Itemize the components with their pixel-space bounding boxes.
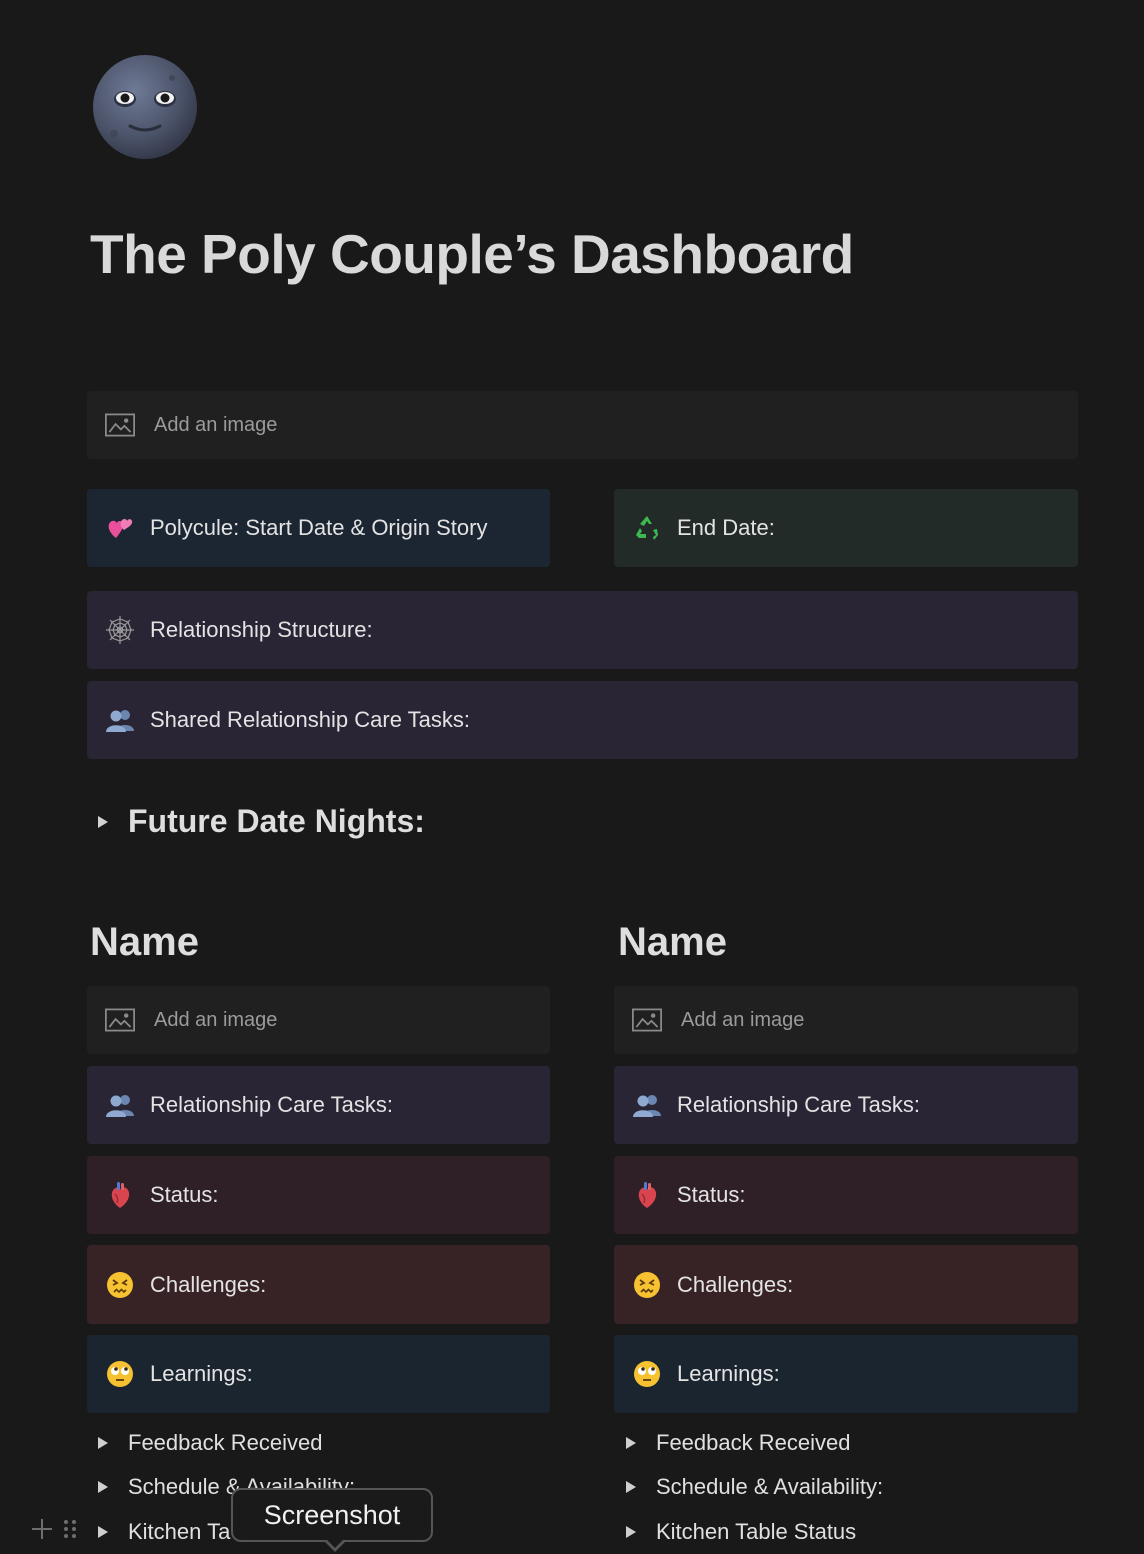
column-1-add-image-placeholder[interactable]: Add an image bbox=[87, 986, 550, 1054]
column-1-learnings-callout[interactable]: Learnings: bbox=[87, 1335, 550, 1413]
relationship-structure-label: Relationship Structure: bbox=[150, 617, 373, 642]
toggle-triangle-icon[interactable] bbox=[626, 1437, 636, 1449]
add-block-icon[interactable] bbox=[32, 1519, 52, 1539]
future-date-nights-toggle[interactable]: Future Date Nights: bbox=[98, 803, 425, 840]
anatomical-heart-icon bbox=[105, 1180, 135, 1210]
toggle-triangle-icon[interactable] bbox=[98, 815, 108, 828]
drag-handle-icon[interactable] bbox=[64, 1520, 76, 1538]
end-date-callout[interactable]: End Date: bbox=[614, 489, 1078, 567]
polycule-start-label: Polycule: Start Date & Origin Story bbox=[150, 515, 488, 540]
busts-icon bbox=[105, 705, 135, 735]
face-with-rolling-eyes-icon bbox=[632, 1359, 662, 1389]
block-handle[interactable] bbox=[32, 1519, 76, 1539]
add-image-label: Add an image bbox=[681, 1008, 805, 1031]
screenshot-tooltip: Screenshot bbox=[231, 1488, 433, 1542]
toggle-label: Kitchen Table Status bbox=[656, 1519, 857, 1544]
feedback-received-toggle[interactable]: Feedback Received bbox=[626, 1430, 850, 1456]
relationship-structure-callout[interactable]: Relationship Structure: bbox=[87, 591, 1078, 669]
column-1-name-heading: Name bbox=[90, 920, 199, 964]
column-2-name-heading: Name bbox=[618, 920, 727, 964]
confounded-face-icon bbox=[105, 1270, 135, 1300]
shared-care-tasks-callout[interactable]: Shared Relationship Care Tasks: bbox=[87, 681, 1078, 759]
kitchen-table-status-toggle[interactable]: Kitchen Ta bbox=[98, 1519, 230, 1545]
care-tasks-label: Relationship Care Tasks: bbox=[677, 1092, 920, 1117]
end-date-label: End Date: bbox=[677, 515, 775, 540]
column-2-care-tasks-callout[interactable]: Relationship Care Tasks: bbox=[614, 1066, 1078, 1144]
toggle-label: Feedback Received bbox=[656, 1430, 851, 1455]
confounded-face-icon bbox=[632, 1270, 662, 1300]
image-icon bbox=[105, 410, 135, 440]
polycule-start-callout[interactable]: Polycule: Start Date & Origin Story bbox=[87, 489, 550, 567]
tooltip-arrow bbox=[323, 1538, 347, 1552]
busts-icon bbox=[632, 1090, 662, 1120]
toggle-triangle-icon[interactable] bbox=[98, 1526, 108, 1538]
spider-web-icon bbox=[105, 615, 135, 645]
future-date-nights-heading: Future Date Nights: bbox=[128, 803, 425, 839]
column-1-challenges-callout[interactable]: Challenges: bbox=[87, 1245, 550, 1324]
toggle-triangle-icon[interactable] bbox=[626, 1481, 636, 1493]
add-image-label: Add an image bbox=[154, 413, 278, 436]
recycle-icon bbox=[632, 513, 662, 543]
learnings-label: Learnings: bbox=[150, 1361, 253, 1386]
two-hearts-icon bbox=[105, 513, 135, 543]
column-2-challenges-callout[interactable]: Challenges: bbox=[614, 1245, 1078, 1324]
column-1-care-tasks-callout[interactable]: Relationship Care Tasks: bbox=[87, 1066, 550, 1144]
column-2-learnings-callout[interactable]: Learnings: bbox=[614, 1335, 1078, 1413]
care-tasks-label: Relationship Care Tasks: bbox=[150, 1092, 393, 1117]
feedback-received-toggle[interactable]: Feedback Received bbox=[98, 1430, 322, 1456]
status-label: Status: bbox=[150, 1182, 219, 1207]
status-label: Status: bbox=[677, 1182, 746, 1207]
challenges-label: Challenges: bbox=[150, 1271, 267, 1297]
challenges-label: Challenges: bbox=[677, 1271, 794, 1297]
shared-care-tasks-label: Shared Relationship Care Tasks: bbox=[150, 707, 470, 732]
toggle-label: Feedback Received bbox=[128, 1430, 323, 1455]
face-with-rolling-eyes-icon bbox=[105, 1359, 135, 1389]
add-image-placeholder[interactable]: Add an image bbox=[87, 391, 1078, 459]
toggle-label: Kitchen Ta bbox=[128, 1519, 231, 1544]
column-2-add-image-placeholder[interactable]: Add an image bbox=[614, 986, 1078, 1054]
column-1-status-callout[interactable]: Status: bbox=[87, 1156, 550, 1234]
toggle-label: Schedule & Availability: bbox=[656, 1474, 884, 1499]
toggle-triangle-icon[interactable] bbox=[626, 1526, 636, 1538]
page-title: The Poly Couple’s Dashboard bbox=[90, 223, 854, 285]
column-2-status-callout[interactable]: Status: bbox=[614, 1156, 1078, 1234]
kitchen-table-status-toggle[interactable]: Kitchen Table Status bbox=[626, 1519, 856, 1545]
learnings-label: Learnings: bbox=[677, 1361, 780, 1386]
busts-icon bbox=[105, 1090, 135, 1120]
add-image-label: Add an image bbox=[154, 1008, 278, 1031]
schedule-availability-toggle[interactable]: Schedule & Availability: bbox=[626, 1474, 883, 1500]
new-moon-face-icon[interactable] bbox=[92, 54, 198, 160]
toggle-triangle-icon[interactable] bbox=[98, 1481, 108, 1493]
image-icon bbox=[105, 1005, 135, 1035]
anatomical-heart-icon bbox=[632, 1180, 662, 1210]
image-icon bbox=[632, 1005, 662, 1035]
toggle-triangle-icon[interactable] bbox=[98, 1437, 108, 1449]
